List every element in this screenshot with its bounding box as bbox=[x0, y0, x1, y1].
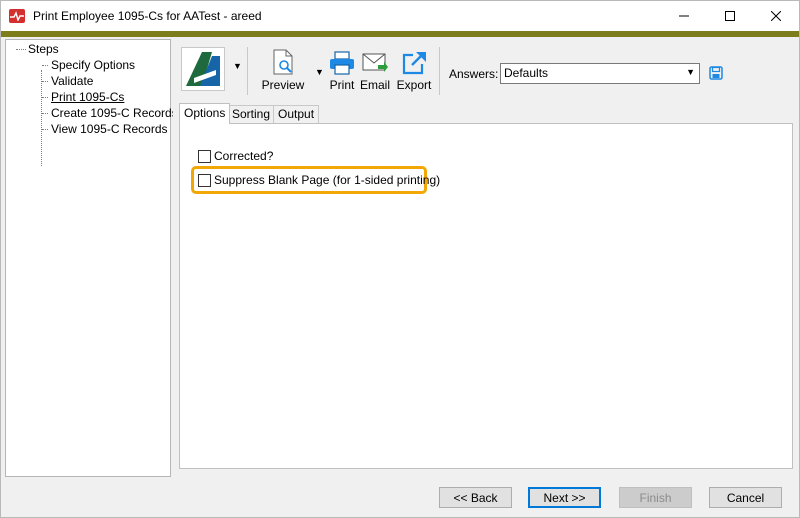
tree-item-label: Create 1095-C Records bbox=[51, 106, 178, 120]
email-button[interactable]: Email bbox=[359, 47, 391, 95]
tree-connector bbox=[16, 49, 26, 50]
app-logo-button[interactable] bbox=[181, 47, 225, 91]
answers-selected-value: Defaults bbox=[504, 66, 549, 80]
print-button[interactable]: Print bbox=[327, 47, 357, 95]
app-icon bbox=[9, 9, 25, 23]
close-icon bbox=[771, 11, 781, 21]
maximize-button[interactable] bbox=[707, 1, 753, 31]
steps-tree: Steps Specify Options Validate Print 109… bbox=[5, 39, 178, 477]
next-button[interactable]: Next >> bbox=[528, 487, 601, 508]
tree-item-create-1095-c-records[interactable]: Create 1095-C Records bbox=[42, 106, 178, 120]
tree-root-steps[interactable]: Steps bbox=[28, 42, 59, 56]
corrected-checkbox[interactable] bbox=[198, 149, 211, 163]
tree-item-print-1095-cs[interactable]: Print 1095-Cs bbox=[42, 90, 124, 104]
back-button[interactable]: << Back bbox=[439, 487, 512, 508]
maximize-icon bbox=[725, 11, 735, 21]
preview-label: Preview bbox=[261, 78, 305, 92]
preview-button[interactable]: Preview bbox=[261, 47, 305, 95]
dialog-window: Print Employee 1095-Cs for AATest - aree… bbox=[0, 0, 800, 518]
tab-output[interactable]: Output bbox=[273, 105, 320, 123]
preview-icon bbox=[273, 49, 293, 75]
suppress-blank-page-row[interactable]: Suppress Blank Page (for 1-sided printin… bbox=[198, 172, 440, 188]
save-icon bbox=[709, 66, 723, 80]
export-icon bbox=[402, 52, 426, 75]
toolbar-separator bbox=[439, 47, 440, 95]
suppress-blank-page-checkbox[interactable] bbox=[198, 173, 211, 187]
export-label: Export bbox=[396, 78, 432, 92]
answers-label: Answers: bbox=[449, 67, 499, 81]
preview-dropdown-arrow[interactable]: ▼ bbox=[315, 67, 324, 77]
title-bar: Print Employee 1095-Cs for AATest - aree… bbox=[1, 1, 799, 31]
options-panel: Corrected? Suppress Blank Page (for 1-si… bbox=[179, 123, 793, 469]
tree-item-specify-options[interactable]: Specify Options bbox=[42, 58, 135, 72]
export-button[interactable]: Export bbox=[395, 47, 433, 95]
toolbar: ▼ Preview ▼ Print Email Export Answers: … bbox=[175, 41, 795, 101]
tree-item-validate[interactable]: Validate bbox=[42, 74, 93, 88]
tree-item-label: Specify Options bbox=[51, 58, 136, 72]
tree-item-label: Validate bbox=[51, 74, 94, 88]
window-title: Print Employee 1095-Cs for AATest - aree… bbox=[33, 9, 262, 23]
answers-select[interactable]: Defaults ▼ bbox=[500, 63, 700, 84]
print-label: Print bbox=[329, 78, 355, 92]
tree-item-view-1095-c-records[interactable]: View 1095-C Records bbox=[42, 122, 168, 136]
tab-options[interactable]: Options bbox=[179, 103, 231, 124]
minimize-icon bbox=[679, 15, 689, 17]
email-label: Email bbox=[359, 78, 390, 92]
tree-item-label: Print 1095-Cs bbox=[51, 90, 125, 104]
app-logo-icon bbox=[186, 52, 220, 86]
logo-dropdown-arrow[interactable]: ▼ bbox=[233, 61, 242, 71]
accent-bar bbox=[1, 31, 799, 37]
wizard-button-bar: << Back Next >> Finish Cancel bbox=[173, 477, 797, 517]
finish-button: Finish bbox=[619, 487, 692, 508]
corrected-checkbox-row[interactable]: Corrected? bbox=[198, 148, 273, 164]
tree-item-label: View 1095-C Records bbox=[51, 122, 168, 136]
print-icon bbox=[330, 51, 354, 75]
minimize-button[interactable] bbox=[661, 1, 707, 31]
corrected-label: Corrected? bbox=[214, 149, 274, 163]
tab-sorting[interactable]: Sorting bbox=[227, 105, 276, 123]
save-answers-button[interactable] bbox=[709, 66, 723, 83]
email-icon bbox=[362, 53, 388, 72]
main-pane: ▼ Preview ▼ Print Email Export Answers: … bbox=[173, 39, 797, 477]
suppress-blank-page-label: Suppress Blank Page (for 1-sided printin… bbox=[214, 173, 441, 187]
cancel-button[interactable]: Cancel bbox=[709, 487, 782, 508]
toolbar-separator bbox=[247, 47, 248, 95]
chevron-down-icon: ▼ bbox=[686, 67, 695, 77]
close-button[interactable] bbox=[753, 1, 799, 31]
